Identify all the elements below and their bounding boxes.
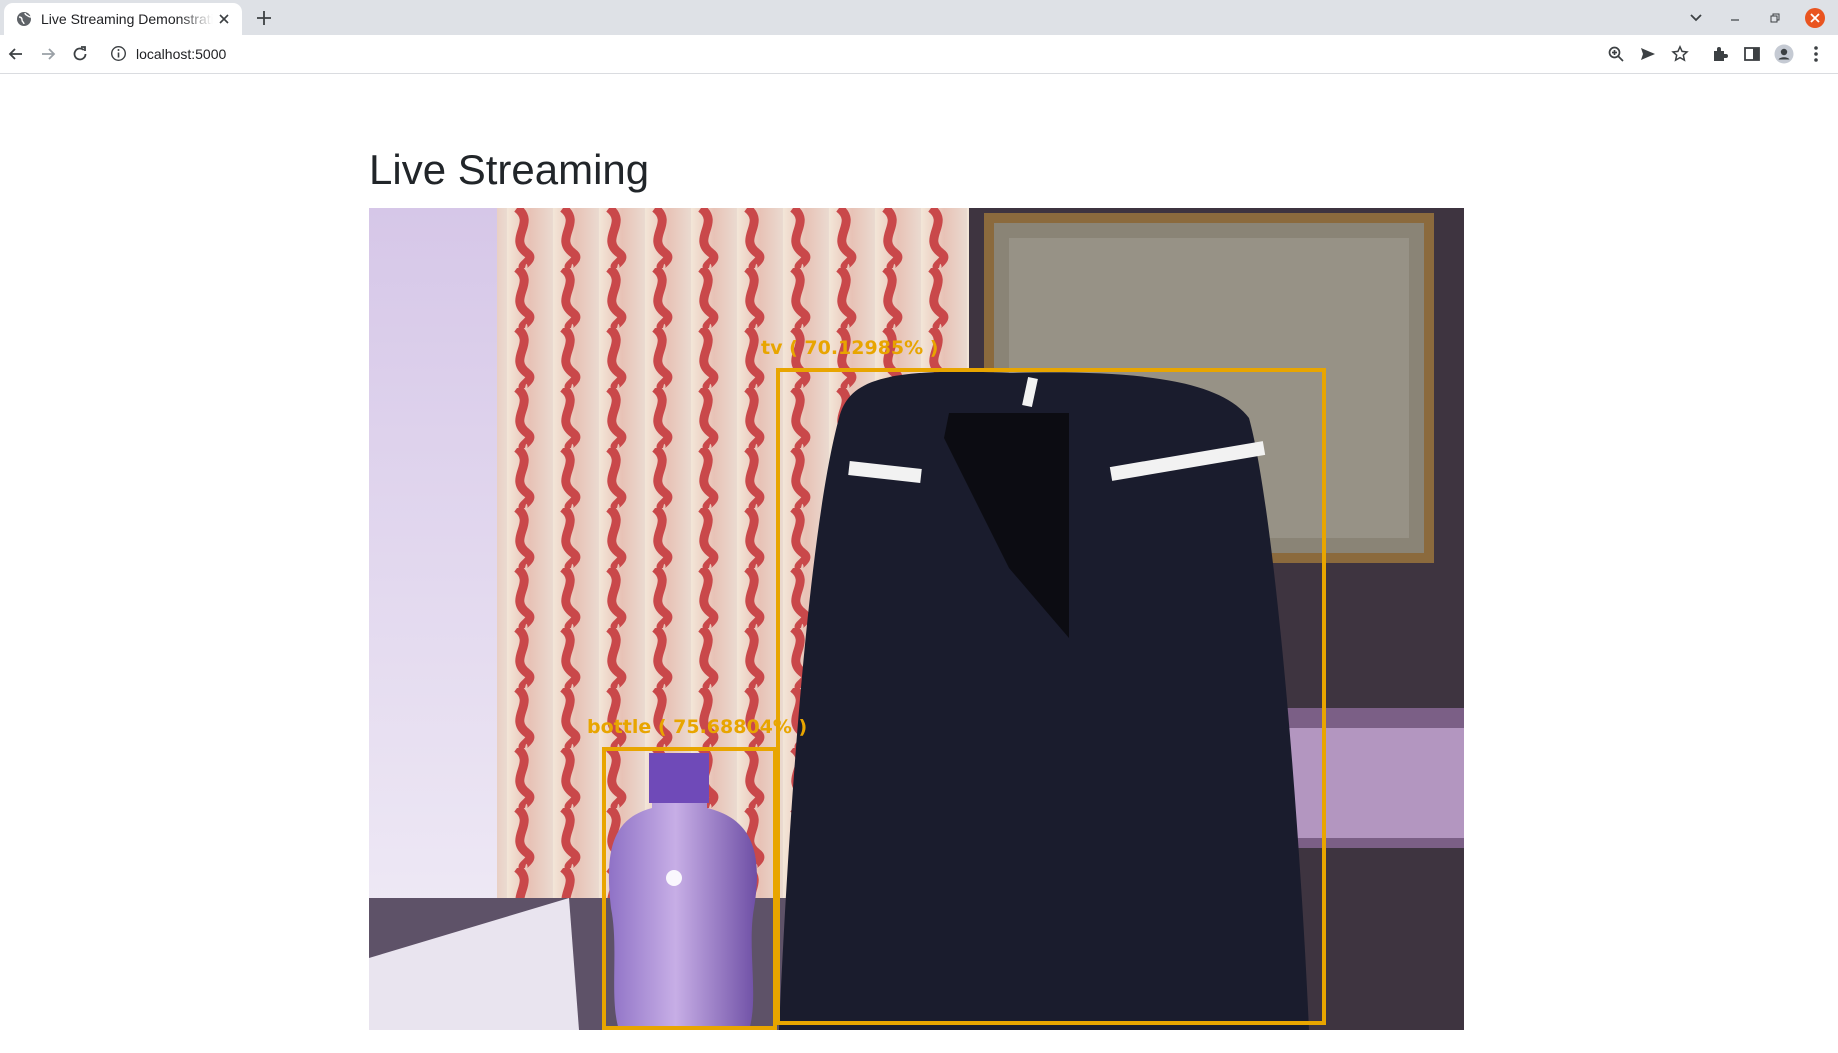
profile-icon[interactable] (1774, 44, 1794, 64)
kebab-menu-icon[interactable] (1806, 44, 1826, 64)
close-icon[interactable] (216, 11, 232, 27)
detection-label-bottle: bottle ( 75.68804% ) (587, 716, 807, 738)
side-panel-icon[interactable] (1742, 44, 1762, 64)
url-text: localhost:5000 (136, 46, 227, 62)
puzzle-icon[interactable] (1710, 44, 1730, 64)
chevron-down-icon[interactable] (1685, 7, 1707, 29)
minimize-icon[interactable] (1724, 7, 1746, 29)
tab-strip: Live Streaming Demonstration (0, 0, 1838, 35)
arrow-right-icon[interactable] (38, 44, 58, 64)
address-bar[interactable]: localhost:5000 (104, 38, 1604, 70)
browser-tab[interactable]: Live Streaming Demonstration (4, 3, 242, 35)
page-title: Live Streaming (369, 146, 650, 193)
plus-icon[interactable] (254, 8, 274, 28)
globe-icon (16, 11, 32, 27)
tab-title: Live Streaming Demonstration (41, 11, 213, 27)
zoom-icon[interactable] (1606, 44, 1626, 64)
reload-icon[interactable] (70, 44, 90, 64)
video-frame: tv ( 70.12985% ) bottle ( 75.68804% ) (369, 208, 1464, 1030)
browser-toolbar: localhost:5000 (0, 35, 1838, 74)
send-icon[interactable] (1638, 44, 1658, 64)
arrow-left-icon[interactable] (6, 44, 26, 64)
info-icon[interactable] (110, 45, 127, 67)
detection-label-tv: tv ( 70.12985% ) (761, 337, 938, 359)
window-close-icon[interactable] (1804, 7, 1826, 29)
video-stream: tv ( 70.12985% ) bottle ( 75.68804% ) (369, 208, 1464, 1030)
restore-icon[interactable] (1764, 7, 1786, 29)
star-icon[interactable] (1670, 44, 1690, 64)
